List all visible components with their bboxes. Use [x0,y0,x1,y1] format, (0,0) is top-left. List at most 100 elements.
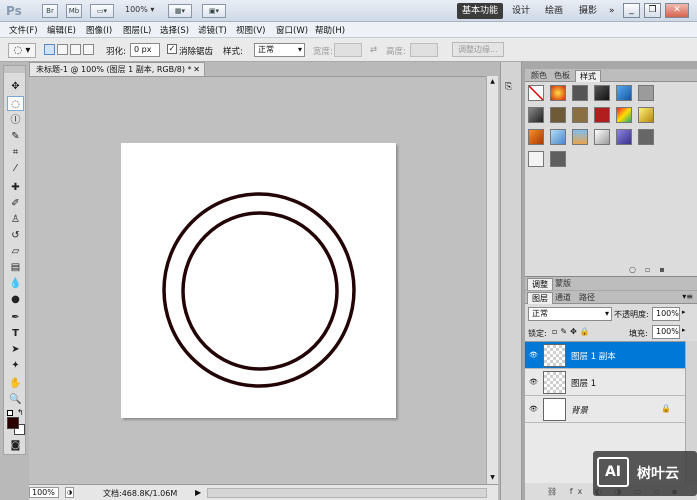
hand-tool-icon[interactable]: ✋ [7,376,24,391]
style-select[interactable]: 正常 ▾ [254,43,305,57]
menu-window[interactable]: 窗口(W) [276,24,308,36]
style-bronze[interactable] [572,107,588,123]
tab-masks[interactable]: 蒙版 [551,278,575,290]
scroll-up-icon[interactable]: ▲ [488,78,497,86]
close-tab-icon[interactable]: ✕ [193,63,200,76]
style-rainbow[interactable] [616,107,632,123]
menu-layer[interactable]: 图层(L) [123,24,151,36]
style-steel[interactable] [528,107,544,123]
styles-panel-footer-icons[interactable]: ○▫▪ [629,265,674,274]
eye-icon[interactable]: 👁 [529,351,538,359]
path-select-tool-icon[interactable]: ➤ [7,342,24,357]
style-dark[interactable] [572,85,588,101]
dodge-tool-icon[interactable]: ● [7,292,24,307]
eyedropper-tool-icon[interactable]: ⁄ [7,161,24,176]
style-purple[interactable] [616,129,632,145]
style-chrome[interactable] [594,85,610,101]
style-charcoal[interactable] [550,151,566,167]
workspace-design[interactable]: 设计 [507,3,535,19]
style-gold[interactable] [638,107,654,123]
menu-file[interactable]: 文件(F) [9,24,38,36]
new-selection-icon[interactable] [44,44,55,55]
healing-brush-tool-icon[interactable]: ✚ [7,180,24,195]
tool-preset-picker[interactable]: ◌ ▾ [8,43,36,58]
workspace-essentials[interactable]: 基本功能 [457,3,504,19]
layer-row[interactable]: 👁 图层 1 副本 [525,342,685,369]
style-wood[interactable] [550,107,566,123]
view-extras-button[interactable]: ▭▾ [90,4,114,18]
quick-mask-icon[interactable]: ◙ [7,438,24,453]
brush-tool-icon[interactable]: ✐ [7,196,24,211]
style-sunset[interactable] [572,129,588,145]
screen-mode-button[interactable]: ▣▾ [202,4,226,18]
zoom-tool-icon[interactable]: 🔍 [7,392,24,407]
crop-tool-icon[interactable]: ⌗ [7,145,24,160]
type-tool-icon[interactable]: T [7,326,24,341]
lasso-tool-icon[interactable]: ⓛ [7,113,24,128]
marquee-tool-icon[interactable]: ◌ [7,96,24,111]
fill-arrow-icon[interactable]: ▸ [682,326,686,334]
opacity-input[interactable]: 100% [652,307,680,321]
status-menu-icon[interactable]: ◑ [65,487,74,498]
menu-help[interactable]: 帮助(H) [315,24,345,36]
arrange-documents-button[interactable]: ▦▾ [168,4,192,18]
workspace-photography[interactable]: 摄影 [574,3,602,19]
style-red[interactable] [594,107,610,123]
tab-channels[interactable]: 通道 [551,292,575,304]
style-blue[interactable] [616,85,632,101]
quick-select-tool-icon[interactable]: ✎ [7,129,24,144]
status-arrow-icon[interactable]: ▶ [195,488,201,497]
fill-input[interactable]: 100% [652,325,680,339]
menu-filter[interactable]: 滤镜(T) [198,24,227,36]
clone-stamp-tool-icon[interactable]: ♙ [7,212,24,227]
lock-options-icons[interactable]: ▫✎✥🔒 [552,327,593,336]
default-colors-icon[interactable] [7,410,13,416]
minimize-button[interactable]: _ [623,3,640,18]
history-panel-icon[interactable]: ⎘ [505,82,518,95]
style-slate[interactable] [638,129,654,145]
tab-paths[interactable]: 路径 [575,292,599,304]
document-canvas[interactable] [121,143,396,418]
mini-bridge-button[interactable]: Mb [66,4,82,18]
style-fire[interactable] [550,85,566,101]
tab-color[interactable]: 颜色 [527,70,551,82]
style-silver[interactable] [594,129,610,145]
pen-tool-icon[interactable]: ✒ [7,310,24,325]
horizontal-scrollbar[interactable] [207,488,487,498]
style-white[interactable] [528,151,544,167]
more-workspaces-button[interactable]: » [604,3,620,19]
style-gray[interactable] [638,85,654,101]
restore-button[interactable]: ❐ [644,3,661,18]
layer-row[interactable]: 👁 图层 1 [525,369,685,396]
feather-input[interactable]: 0 px [130,43,160,57]
move-tool-icon[interactable]: ✥ [7,79,24,94]
tab-adjustments[interactable]: 调整 [527,278,553,290]
vertical-scrollbar[interactable]: ▲ ▼ [486,76,498,484]
menu-view[interactable]: 视图(V) [236,24,265,36]
gradient-tool-icon[interactable]: ▤ [7,260,24,275]
eraser-tool-icon[interactable]: ▱ [7,244,24,259]
intersect-selection-icon[interactable] [83,44,94,55]
swap-colors-icon[interactable]: ↰ [17,408,24,417]
bridge-button[interactable]: Br [42,4,58,18]
antialias-checkbox[interactable]: ✓ [167,44,177,54]
menu-select[interactable]: 选择(S) [160,24,189,36]
menu-image[interactable]: 图像(I) [86,24,112,36]
zoom-level-dropdown[interactable]: 100% ▾ [125,5,154,14]
eye-icon[interactable]: 👁 [529,378,538,386]
tools-panel-grip[interactable] [4,66,25,73]
opacity-arrow-icon[interactable]: ▸ [682,308,686,316]
workspace-painting[interactable]: 绘画 [540,3,568,19]
style-none[interactable] [528,85,544,101]
menu-edit[interactable]: 编辑(E) [47,24,76,36]
blur-tool-icon[interactable]: 💧 [7,276,24,291]
layer-row[interactable]: 👁 背景 🔒 [525,396,685,423]
close-button[interactable]: ✕ [665,3,689,18]
style-glass[interactable] [550,129,566,145]
style-orange[interactable] [528,129,544,145]
panel-menu-icon[interactable]: ▾≡ [682,292,693,301]
history-brush-tool-icon[interactable]: ↺ [7,228,24,243]
eye-icon[interactable]: 👁 [529,405,538,413]
foreground-color-swatch[interactable] [7,417,19,429]
blend-mode-select[interactable]: 正常 ▾ [528,307,612,321]
